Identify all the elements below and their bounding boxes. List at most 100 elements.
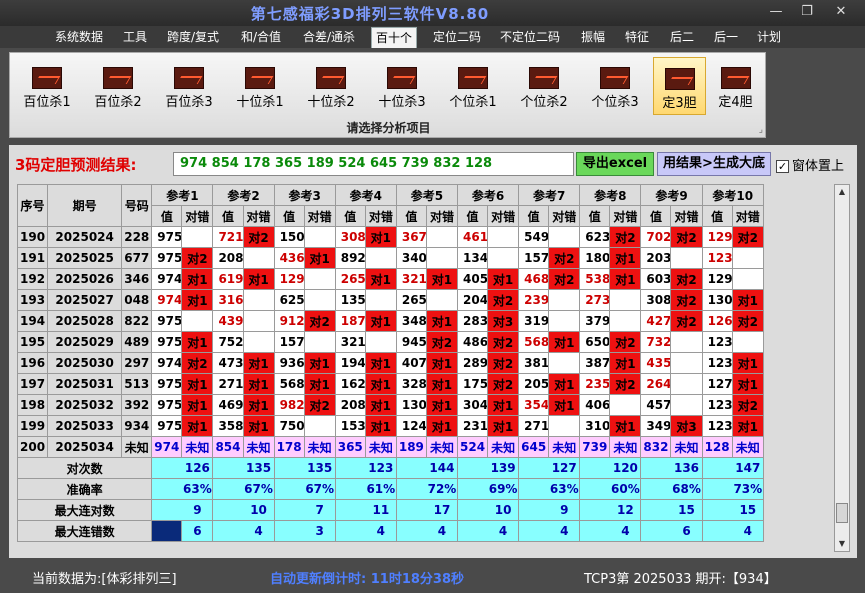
menu-last-two[interactable]: 后二 [666, 26, 698, 48]
stats-spacer [334, 520, 366, 542]
table-row[interactable]: 199 2025033 934 975 对1 358 对1 750 153 对1 124 对1 231 对… [16, 415, 765, 437]
table-row[interactable]: 190 2025024 228 975 721 对2 150 308 对1 367 461 549 62… [16, 226, 765, 248]
menu-fixed-two[interactable]: 定位二码 [429, 26, 485, 48]
cell-check: 对2 [670, 226, 703, 248]
minimize-button[interactable]: — [762, 4, 790, 19]
cell-check [303, 415, 336, 437]
menu-system-data[interactable]: 系统数据 [51, 26, 107, 48]
menu-diff-kill[interactable]: 合差/通杀 [299, 26, 359, 48]
ribbon-button-fix-4-gall[interactable]: 定4胆 [709, 57, 762, 115]
cell-check: 对1 [364, 352, 397, 374]
table-row[interactable]: 192 2025026 346 974 对1 619 对1 129 265 对1 321 对1 405 对… [16, 268, 765, 290]
ribbon-button-hundreds-kill-3[interactable]: 百位杀3 [156, 57, 222, 115]
ribbon-button-tens-kill-3[interactable]: 十位杀3 [369, 57, 435, 115]
menu-amplitude[interactable]: 振幅 [577, 26, 609, 48]
stats-spacer [701, 478, 733, 500]
stats-row: 对次数 126 135 135 123 144 139 127 120 136 147 [16, 457, 765, 479]
dialog-launcher-icon[interactable]: ⌟ [759, 125, 763, 135]
cell-check: 对1 [364, 310, 397, 332]
menu-feature[interactable]: 特征 [621, 26, 653, 48]
ribbon-button-tens-kill-2[interactable]: 十位杀2 [298, 57, 364, 115]
cell-value: 175 [456, 373, 489, 395]
scrollbar-thumb[interactable] [836, 503, 848, 523]
cell-check [425, 226, 459, 248]
cell-check: 对2 [609, 373, 642, 395]
cell-value: 126 [701, 310, 733, 332]
close-button[interactable]: ✕ [827, 4, 855, 19]
vertical-scrollbar[interactable]: ▲ ▼ [834, 184, 850, 552]
ribbon-button-units-kill-1[interactable]: 个位杀1 [440, 57, 506, 115]
cell-value: 473 [212, 352, 244, 374]
cell-check: 对1 [609, 415, 642, 437]
menu-positions[interactable]: 百十个 [371, 27, 418, 48]
cell-seq: 199 [16, 415, 49, 437]
cell-check: 对1 [487, 268, 520, 290]
cell-value: 153 [334, 415, 366, 437]
cell-check: 对1 [181, 268, 214, 290]
menu-last-one[interactable]: 后一 [710, 26, 742, 48]
cell-check: 对2 [487, 352, 520, 374]
stats-spacer [334, 478, 366, 500]
cell-seq: 194 [16, 310, 49, 332]
cell-check: 对1 [425, 415, 459, 437]
scroll-down-arrow-icon[interactable]: ▼ [835, 537, 849, 551]
table-row[interactable]: 191 2025025 677 975 对2 208 436 对1 892 340 134 157 对2… [16, 247, 765, 269]
cell-value: 134 [456, 247, 489, 269]
menu-unfixed-two[interactable]: 不定位二码 [496, 26, 564, 48]
scroll-up-arrow-icon[interactable]: ▲ [835, 185, 849, 199]
cell-check: 对2 [181, 352, 214, 374]
table-row[interactable]: 196 2025030 297 974 对2 473 对1 936 对1 194 对1 407 对1 28… [16, 352, 765, 374]
cell-value: 732 [640, 331, 672, 353]
ribbon-button-units-kill-3[interactable]: 个位杀3 [582, 57, 648, 115]
stats-value: 63% [181, 478, 214, 500]
ribbon-button-hundreds-kill-2[interactable]: 百位杀2 [85, 57, 151, 115]
window-topmost-option[interactable]: ✓ 窗体置上 [776, 155, 844, 174]
menu-plan[interactable]: 计划 [753, 26, 785, 48]
cell-number: 489 [121, 331, 153, 353]
ribbon-button-tens-kill-1[interactable]: 十位杀1 [227, 57, 293, 115]
stats-value: 4 [609, 520, 642, 542]
cell-check: 对2 [731, 310, 765, 332]
stats-spacer [701, 520, 733, 542]
chart-icon [529, 67, 559, 89]
ribbon-button-fix-3-gall[interactable]: 定3胆 [653, 57, 706, 115]
maximize-button[interactable]: ❐ [793, 4, 821, 19]
cell-number: 934 [121, 415, 153, 437]
table-row[interactable]: 193 2025027 048 974 对1 316 625 135 265 204 对2 239 27… [16, 289, 765, 311]
ribbon-button-hundreds-kill-1[interactable]: 百位杀1 [14, 57, 80, 115]
stats-value: 4 [364, 520, 397, 542]
stats-spacer [640, 520, 672, 542]
generate-base-button[interactable]: 用结果>生成大底 [657, 152, 771, 176]
stats-value: 3 [303, 520, 336, 542]
table-row[interactable]: 197 2025031 513 975 对1 271 对1 568 对1 162 对1 328 对1 17… [16, 373, 765, 395]
column-header-ref-8: 参考8 [579, 184, 642, 206]
cell-check [364, 289, 397, 311]
table-row[interactable]: 194 2025028 822 975 439 912 对2 187 对1 348 对1 283 对3 3… [16, 310, 765, 332]
stats-value: 144 [425, 457, 459, 479]
column-header-ref-5: 参考5 [395, 184, 459, 206]
menu-tools[interactable]: 工具 [119, 26, 151, 48]
prediction-row[interactable]: 200 2025034 未知 974 未知 854 未知 178 未知 365 未知 189 未知 524… [16, 436, 765, 458]
chart-icon [720, 67, 751, 89]
cell-seq: 190 [16, 226, 49, 248]
stats-value: 11 [364, 499, 397, 521]
cell-value: 367 [395, 226, 427, 248]
topmost-checkbox[interactable]: ✓ [776, 160, 789, 173]
menu-sum[interactable]: 和/合值 [237, 26, 285, 48]
cell-check: 对1 [425, 394, 459, 416]
stats-value: 15 [670, 499, 703, 521]
cell-check: 对1 [242, 415, 275, 437]
cell-value: 123 [701, 415, 733, 437]
column-header-num: 号码 [121, 184, 153, 227]
cell-check [548, 415, 581, 437]
export-excel-button[interactable]: 导出excel [576, 152, 654, 176]
menu-span-compound[interactable]: 跨度/复式 [163, 26, 223, 48]
cell-value: 180 [579, 247, 611, 269]
prediction-result-field[interactable]: 974 854 178 365 189 524 645 739 832 128 [173, 152, 574, 176]
table-row[interactable]: 195 2025029 489 975 对1 752 157 321 945 对2 486 对2 568… [16, 331, 765, 353]
column-header-ref-2: 参考2 [212, 184, 275, 206]
cell-value: 975 [151, 226, 183, 248]
table-row[interactable]: 198 2025032 392 975 对1 469 对1 982 对2 208 对1 130 对1 30… [16, 394, 765, 416]
ribbon-button-units-kill-2[interactable]: 个位杀2 [511, 57, 577, 115]
cell-predicted-value: 832 [640, 436, 672, 458]
